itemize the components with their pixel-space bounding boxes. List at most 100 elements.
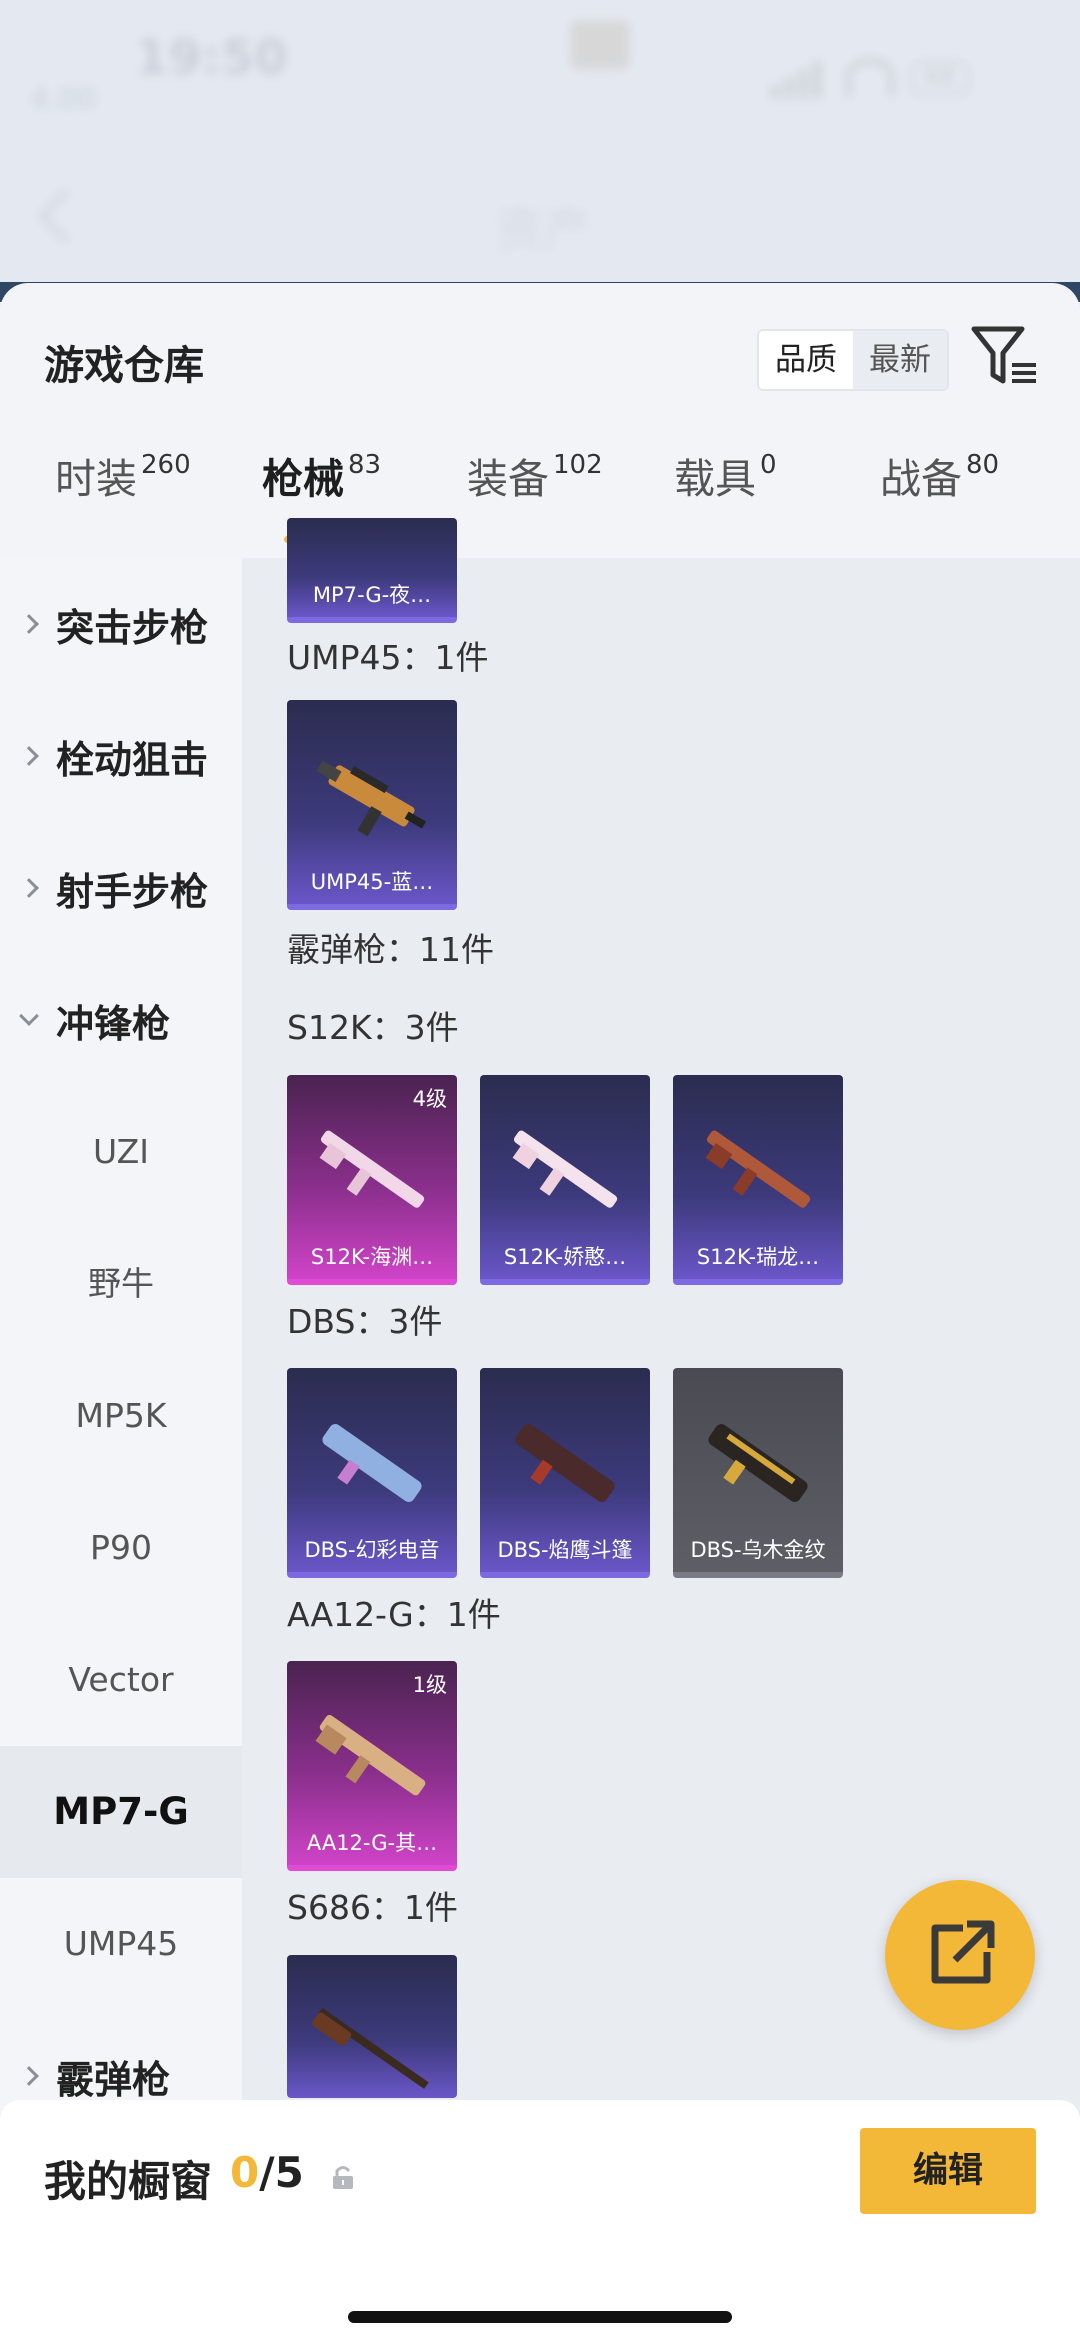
tab-fashion[interactable]: 时装 260 (55, 445, 191, 505)
blurred-header: 19:50 4.00 68 资产 (0, 0, 1080, 300)
chevron-right-icon (19, 878, 39, 898)
shotgun-icon (512, 1130, 618, 1208)
tab-count: 0 (760, 450, 777, 480)
shotgun-icon (319, 1130, 425, 1208)
shotgun-icon (322, 1423, 422, 1503)
showcase-label: 我的橱窗 (44, 2157, 213, 2206)
weapon-card-name: S12K-瑞龙… (696, 1245, 820, 1269)
group-label-dbs: DBS：3件 (287, 1302, 443, 1341)
sidebar-item-label: 射手步枪 (56, 869, 209, 914)
showcase-count: 0/5 (230, 2148, 304, 2197)
showcase-bar: 我的橱窗 0/5 编辑 (0, 2100, 1080, 2341)
signal-bar-1 (770, 85, 780, 99)
tab-count: 260 (141, 450, 191, 480)
edit-button[interactable]: 编辑 (860, 2128, 1036, 2214)
weapon-card-ump45[interactable]: UMP45-蓝… (287, 700, 457, 910)
sort-toggle: 品质 最新 (757, 329, 949, 391)
weapon-card-dbs-1[interactable]: DBS-幻彩电音 (287, 1368, 457, 1578)
shotgun-icon (315, 1714, 426, 1796)
weapon-card-name: S12K-娇憨… (503, 1245, 627, 1269)
signal-bar-2 (784, 77, 794, 99)
weapon-card-name: DBS-焰鹰斗篷 (497, 1538, 633, 1562)
group-label-aa12g: AA12-G：1件 (287, 1595, 501, 1634)
shotgun-icon (708, 1423, 808, 1503)
chevron-right-icon (19, 2066, 39, 2086)
header-title: 资产 (495, 202, 592, 258)
group-label-s12k: S12K：3件 (287, 1008, 459, 1047)
showcase-used-count: 0 (230, 2148, 260, 2197)
weapon-card-name: AA12-G-其… (306, 1831, 438, 1855)
sidebar-item-bolt-sniper[interactable]: 栓动狙击 (0, 690, 242, 822)
weapon-category-sidebar: 突击步枪 栓动狙击 射手步枪 冲锋枪 UZI 野牛 MP5K P90 Vecto… (0, 558, 242, 2341)
weapon-card-s686[interactable] (287, 1955, 457, 2098)
tab-label: 装备 (467, 455, 549, 503)
weapon-card-mp7g[interactable]: MP7-G-夜… (287, 518, 457, 623)
weapon-card-s12k-2[interactable]: S12K-娇憨… (480, 1075, 650, 1285)
weapon-card-name: S12K-海渊… (310, 1245, 434, 1269)
weapon-card-name: DBS-幻彩电音 (304, 1538, 440, 1562)
tab-vehicles[interactable]: 载具 0 (674, 445, 777, 505)
tab-count: 102 (553, 450, 603, 480)
tab-count: 83 (348, 450, 382, 480)
lock-icon (333, 2166, 353, 2189)
weapon-grid: MP7-G-夜… UMP45：1件 UMP45-蓝… 霰弹枪：11件 S12K：… (242, 518, 1080, 2341)
tab-label: 战备 (880, 455, 962, 503)
status-avatar (570, 20, 630, 70)
sidebar-sub-ump45[interactable]: UMP45 (0, 1878, 242, 2010)
sidebar-sub-uzi[interactable]: UZI (0, 1086, 242, 1218)
sidebar-item-label: 霰弹枪 (56, 2057, 171, 2102)
showcase-total-count: /5 (259, 2148, 304, 2197)
sidebar-sub-mp7g[interactable]: MP7-G (0, 1746, 242, 1878)
sort-latest-button[interactable]: 最新 (853, 331, 947, 389)
chevron-down-icon (19, 1006, 39, 1026)
tab-label: 载具 (674, 455, 756, 503)
sidebar-sub-p90[interactable]: P90 (0, 1482, 242, 1614)
shotgun-icon (515, 1423, 615, 1503)
weapon-card-name: MP7-G-夜… (312, 583, 432, 607)
signal-bar-4 (812, 61, 822, 99)
weapon-card-s12k-1[interactable]: 4级 S12K-海渊… (287, 1075, 457, 1285)
tab-label: 枪械 (262, 455, 344, 503)
sidebar-item-marksman-rifle[interactable]: 射手步枪 (0, 822, 242, 954)
group-label-ump45: UMP45：1件 (287, 638, 489, 677)
tab-equipment[interactable]: 装备 102 (467, 445, 603, 505)
sidebar-item-assault-rifle[interactable]: 突击步枪 (0, 558, 242, 690)
filter-icon[interactable] (970, 323, 1040, 389)
shotgun-icon (705, 1130, 811, 1208)
weapon-card-s12k-3[interactable]: S12K-瑞龙… (673, 1075, 843, 1285)
category-tabs: 时装 260 枪械 83 装备 102 载具 0 战备 80 (0, 433, 1080, 533)
weapon-card-dbs-2[interactable]: DBS-焰鹰斗篷 (480, 1368, 650, 1578)
warehouse-panel: 游戏仓库 品质 最新 时装 260 枪械 83 装备 102 载具 0 战备 80 突击步… (0, 283, 1080, 2341)
panel-title: 游戏仓库 (44, 343, 204, 389)
tab-gear[interactable]: 战备 80 (880, 445, 999, 505)
signal-bar-3 (798, 69, 808, 99)
chevron-right-icon (19, 746, 39, 766)
share-fab-button[interactable] (885, 1880, 1035, 2030)
back-arrow-icon[interactable] (36, 187, 94, 245)
share-icon (931, 1920, 995, 1984)
sidebar-item-label: 冲锋枪 (56, 1001, 171, 1046)
sidebar-sub-bizon[interactable]: 野牛 (0, 1218, 242, 1350)
tab-count: 80 (966, 450, 1000, 480)
status-subtext: 4.00 (30, 82, 97, 117)
home-indicator (348, 2311, 732, 2323)
group-label-shotgun: 霰弹枪：11件 (287, 930, 494, 969)
smg-gun-icon (316, 760, 426, 837)
status-icons: 68 (770, 55, 970, 99)
sidebar-sub-vector[interactable]: Vector (0, 1614, 242, 1746)
shotgun-icon (312, 2007, 429, 2089)
weapon-level-badge: 4级 (412, 1087, 447, 1111)
sidebar-sub-mp5k[interactable]: MP5K (0, 1350, 242, 1482)
sort-quality-button[interactable]: 品质 (759, 331, 853, 389)
status-time: 19:50 (135, 30, 288, 86)
weapon-card-dbs-3[interactable]: DBS-乌木金纹 (673, 1368, 843, 1578)
chevron-right-icon (19, 614, 39, 634)
wifi-icon (845, 57, 895, 97)
group-label-s686: S686：1件 (287, 1888, 458, 1927)
weapon-card-name: DBS-乌木金纹 (690, 1538, 826, 1562)
sidebar-item-smg[interactable]: 冲锋枪 (0, 954, 242, 1086)
header-blur-layer: 19:50 4.00 68 资产 (0, 0, 1080, 300)
tab-guns[interactable]: 枪械 83 (262, 445, 381, 505)
weapon-card-aa12g[interactable]: 1级 AA12-G-其… (287, 1661, 457, 1871)
tab-label: 时装 (55, 455, 137, 503)
